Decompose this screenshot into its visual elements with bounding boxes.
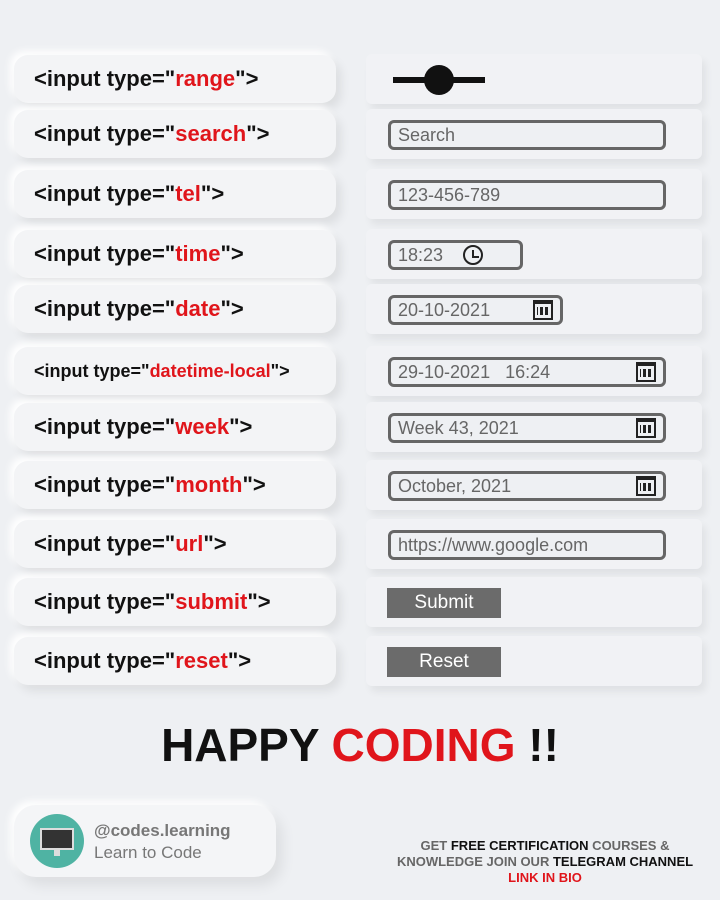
code-label: <input type=" tel "> (14, 170, 336, 218)
code-label: <input type=" datetime-local "> (14, 347, 336, 395)
avatar (30, 814, 84, 868)
calendar-icon[interactable] (636, 418, 656, 438)
datetime-local-input[interactable]: 29-10-2021 16:24 (388, 357, 666, 387)
row-month: <input type=" month "> October, 2021 (0, 460, 720, 513)
tel-input[interactable]: 123-456-789 (388, 180, 666, 210)
row-tel: <input type=" tel "> 123-456-789 (0, 169, 720, 222)
code-label: <input type=" time "> (14, 230, 336, 278)
row-url: <input type=" url "> https://www.google.com (0, 519, 720, 572)
code-label: <input type=" month "> (14, 461, 336, 509)
reset-button[interactable]: Reset (387, 647, 501, 677)
calendar-icon[interactable] (636, 476, 656, 496)
profile-tagline: Learn to Code (94, 843, 202, 862)
row-time: <input type=" time "> 18:23 (0, 229, 720, 282)
headline: HAPPY CODING !! (161, 719, 559, 771)
row-submit: <input type=" submit "> Submit (0, 577, 720, 630)
range-slider[interactable] (393, 65, 485, 95)
row-reset: <input type=" reset "> Reset (0, 636, 720, 689)
profile-card[interactable]: @codes.learning Learn to Code (14, 805, 276, 877)
date-input[interactable]: 20-10-2021 (388, 295, 563, 325)
link-in-bio[interactable]: LINK IN BIO (370, 870, 720, 886)
row-date: <input type=" date "> 20-10-2021 (0, 284, 720, 337)
row-search: <input type=" search "> Search (0, 109, 720, 162)
code-label: <input type=" week "> (14, 403, 336, 451)
code-label: <input type=" search "> (14, 110, 336, 158)
code-label: <input type=" url "> (14, 520, 336, 568)
search-input[interactable]: Search (388, 120, 666, 150)
row-range: <input type=" range "> (0, 54, 720, 107)
range-thumb[interactable] (424, 65, 454, 95)
time-input[interactable]: 18:23 (388, 240, 523, 270)
calendar-icon[interactable] (533, 300, 553, 320)
profile-handle: @codes.learning (94, 821, 231, 840)
code-label: <input type=" date "> (14, 285, 336, 333)
row-datetime-local: <input type=" datetime-local "> 29-10-2021 … (0, 346, 720, 399)
month-input[interactable]: October, 2021 (388, 471, 666, 501)
submit-button[interactable]: Submit (387, 588, 501, 618)
promo-text: GET FREE CERTIFICATION COURSES & KNOWLED… (370, 838, 720, 886)
calendar-icon[interactable] (636, 362, 656, 382)
url-input[interactable]: https://www.google.com (388, 530, 666, 560)
week-input[interactable]: Week 43, 2021 (388, 413, 666, 443)
code-label: <input type=" reset "> (14, 637, 336, 685)
code-label: <input type=" submit "> (14, 578, 336, 626)
code-label: <input type=" range "> (14, 55, 336, 103)
row-week: <input type=" week "> Week 43, 2021 (0, 402, 720, 455)
clock-icon[interactable] (463, 245, 483, 265)
